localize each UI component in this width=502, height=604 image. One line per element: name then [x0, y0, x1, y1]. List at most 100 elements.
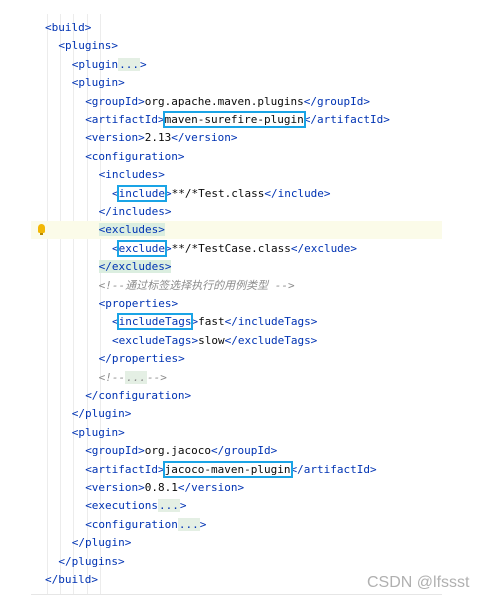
code-line-content: </plugin> — [72, 405, 132, 423]
code-token: </includeTags> — [224, 315, 318, 329]
code-token: </plugin> — [71, 407, 132, 421]
code-token: <groupId> — [85, 444, 145, 458]
lightbulb-icon[interactable] — [38, 224, 45, 235]
code-line-content: <properties> — [99, 295, 178, 313]
code-token: 2.13 — [144, 131, 172, 145]
watermark: CSDN @lfssst — [367, 574, 470, 591]
code-token: <executions — [85, 499, 159, 513]
code-line-content: <!--...--> — [99, 369, 167, 387]
code-token: org.apache.maven.plugins — [144, 94, 304, 108]
code-line[interactable]: </excludes> — [31, 258, 442, 276]
code-line[interactable]: <plugins> — [31, 37, 442, 55]
code-token: < — [112, 241, 119, 255]
code-token: <plugins> — [58, 39, 118, 53]
code-token: <configuration — [85, 517, 178, 531]
code-token: > — [179, 499, 187, 513]
code-token: > — [140, 57, 147, 71]
code-line[interactable]: <plugin...> — [31, 56, 442, 74]
code-line-content: <plugin> — [72, 424, 125, 442]
code-line-content: </build> — [45, 571, 98, 589]
code-token: <plugin> — [71, 425, 125, 439]
code-line-content: <plugin...> — [72, 56, 147, 74]
code-line-content: <groupId>org.apache.maven.plugins</group… — [85, 93, 370, 111]
code-line[interactable]: </properties> — [31, 350, 442, 368]
fold-marker[interactable]: ... — [177, 517, 200, 531]
code-line-content: <excludes> — [98, 221, 165, 239]
code-token: <properties> — [98, 297, 179, 310]
code-token: <artifactId> — [85, 113, 165, 126]
code-token: </plugin> — [71, 536, 132, 550]
code-token: maven-surefire-plugin — [162, 111, 306, 128]
code-token: **/*Test.class — [171, 186, 265, 200]
code-line[interactable]: <includeTags>fast</includeTags> — [31, 313, 442, 331]
code-token: --> — [146, 370, 167, 384]
code-line[interactable]: <includes> — [31, 166, 442, 184]
code-token: fast — [198, 315, 225, 329]
code-token: 0.8.1 — [144, 481, 178, 494]
code-line[interactable]: <groupId>org.apache.maven.plugins</group… — [31, 93, 442, 111]
code-line-content: </plugins> — [58, 553, 124, 571]
code-token: exclude — [116, 239, 167, 257]
code-token: </excludes> — [98, 260, 172, 274]
fold-marker[interactable]: ... — [118, 57, 141, 71]
fold-marker[interactable]: ... — [125, 370, 147, 384]
code-line[interactable]: <groupId>org.jacoco</groupId> — [31, 442, 442, 460]
code-token: </exclude> — [290, 241, 358, 255]
code-line[interactable]: <plugin> — [31, 424, 442, 442]
code-token: <build> — [45, 21, 92, 34]
code-line-content: </configuration> — [85, 387, 191, 405]
code-token: < — [112, 315, 119, 329]
code-line[interactable]: <excludeTags>slow</excludeTags> — [31, 332, 442, 350]
code-token: </build> — [45, 573, 98, 586]
code-line-content: <configuration> — [85, 148, 184, 166]
divider — [31, 594, 442, 595]
code-line[interactable]: <exclude>**/*TestCase.class</exclude> — [31, 239, 442, 258]
code-token: <excludes> — [98, 223, 165, 237]
code-token: includeTags — [116, 313, 194, 331]
code-token: </groupId> — [303, 94, 370, 108]
code-line[interactable]: <!--通过标签选择执行的用例类型 --> — [31, 277, 442, 295]
code-token: jacoco-maven-plugin — [162, 460, 293, 478]
code-token: > — [164, 186, 172, 200]
code-line-content: </plugin> — [72, 534, 132, 552]
code-token: <configuration> — [85, 149, 185, 163]
code-line[interactable]: <artifactId>jacoco-maven-plugin</artifac… — [31, 460, 442, 479]
code-line-content: <include>**/*Test.class</include> — [112, 184, 331, 203]
code-token: </configuration> — [85, 389, 192, 402]
code-editor[interactable]: <build> <plugins> <plugin...> <plugin> <grou… — [31, 14, 442, 594]
code-line[interactable]: <executions...> — [31, 497, 442, 515]
code-token: <plugin> — [71, 76, 125, 90]
fold-marker[interactable]: ... — [158, 499, 180, 513]
code-line-content: </properties> — [99, 350, 185, 368]
code-line[interactable]: </plugin> — [31, 405, 442, 423]
code-token: > — [164, 241, 172, 255]
code-line[interactable]: <version>2.13</version> — [31, 129, 442, 147]
code-line-content: <plugins> — [58, 37, 118, 55]
code-line-content: <executions...> — [85, 497, 187, 515]
code-token: </version> — [171, 131, 238, 145]
code-line-content: <version>2.13</version> — [85, 129, 237, 147]
code-line-content: <!--通过标签选择执行的用例类型 --> — [99, 277, 295, 295]
code-token: include — [116, 184, 167, 202]
code-line[interactable]: </configuration> — [31, 387, 442, 405]
code-line[interactable]: </plugins> — [31, 553, 442, 571]
code-token: > — [199, 517, 207, 531]
code-line[interactable]: <properties> — [31, 295, 442, 313]
code-token: </artifactId> — [290, 462, 377, 476]
code-line[interactable]: <configuration...> — [31, 516, 442, 534]
code-line-content: <includes> — [99, 166, 165, 184]
code-line[interactable]: <plugin> — [31, 74, 442, 92]
code-line-content: <build> — [45, 19, 91, 37]
code-token: </excludeTags> — [224, 333, 318, 347]
code-line[interactable]: <excludes> — [31, 221, 442, 240]
code-line[interactable]: <!--...--> — [31, 369, 442, 387]
code-token: <!-- — [98, 370, 126, 384]
code-line[interactable]: <version>0.8.1</version> — [31, 479, 442, 497]
code-token: org.jacoco — [144, 444, 212, 458]
code-line[interactable]: <include>**/*Test.class</include> — [31, 184, 442, 203]
code-line[interactable]: </includes> — [31, 203, 442, 221]
code-line[interactable]: </plugin> — [31, 534, 442, 552]
code-line[interactable]: <artifactId>maven-surefire-plugin</artif… — [31, 111, 442, 129]
code-line[interactable]: <build> — [31, 19, 442, 37]
code-line[interactable]: <configuration> — [31, 148, 442, 166]
